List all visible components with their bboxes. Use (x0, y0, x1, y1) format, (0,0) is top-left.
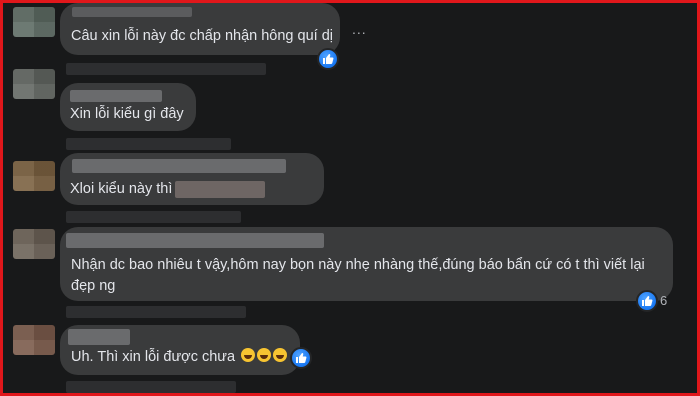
comment-text-row: Uh. Thì xin lỗi được chưa (71, 346, 288, 368)
comment-bubble: Uh. Thì xin lỗi được chưa (60, 325, 300, 375)
reaction-count: 6 (660, 293, 668, 308)
comment-text: Câu xin lỗi này đc chấp nhận hông quí dị (71, 28, 333, 44)
comment-bubble: Xloi kiểu này thì (60, 153, 324, 205)
avatar[interactable] (13, 69, 55, 99)
blurred-comment-meta (66, 211, 241, 223)
like-reaction-icon[interactable] (290, 347, 312, 369)
blurred-author-name (72, 159, 286, 173)
laughing-emoji-icon (273, 348, 288, 362)
blurred-mention (175, 181, 265, 198)
laughing-emoji-icon (241, 348, 256, 362)
screenshot-frame: Câu xin lỗi này đc chấp nhận hông quí dị… (0, 0, 700, 396)
avatar[interactable] (13, 7, 55, 37)
comment-bubble: Xin lỗi kiểu gì đây (60, 83, 196, 131)
comment-text: Xloi kiểu này thì (70, 181, 173, 197)
comment-text-line-2: đẹp ng (71, 278, 116, 294)
blurred-comment-meta (66, 306, 246, 318)
blurred-comment-meta (66, 138, 231, 150)
blurred-comment-meta (66, 63, 266, 75)
blurred-comment-meta (66, 381, 236, 393)
blurred-author-name (66, 233, 324, 248)
comment-text: Nhận dc bao nhiêu t vậy,hôm nay bọn này … (71, 257, 645, 273)
comment-text: Uh. Thì xin lỗi được chưa (71, 349, 236, 365)
avatar[interactable] (13, 161, 55, 191)
blurred-author-name (72, 7, 192, 17)
blurred-author-name (68, 329, 130, 345)
comment-bubble: Nhận dc bao nhiêu t vậy,hôm nay bọn này … (60, 227, 673, 301)
like-reaction-icon[interactable] (636, 290, 658, 312)
more-options-icon[interactable]: ... (352, 21, 367, 37)
comment-bubble: Câu xin lỗi này đc chấp nhận hông quí dị (60, 3, 340, 55)
comment-text: Xin lỗi kiểu gì đây (70, 106, 184, 122)
blurred-author-name (70, 90, 162, 102)
avatar[interactable] (13, 325, 55, 355)
like-reaction-icon[interactable] (317, 48, 339, 70)
avatar[interactable] (13, 229, 55, 259)
laughing-emoji-icon (257, 348, 272, 362)
